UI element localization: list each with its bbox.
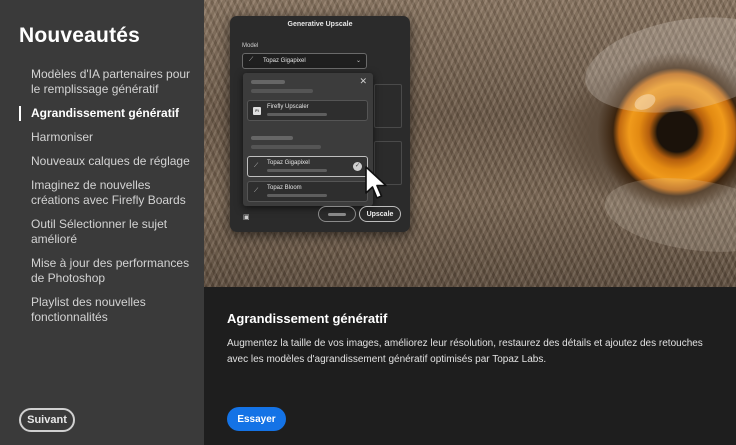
owl-fur-highlight: [577, 3, 736, 127]
preview-placeholder: [374, 84, 402, 128]
placeholder-bar: [251, 136, 293, 140]
nav-item-adjustment-layers[interactable]: Nouveaux calques de réglage: [0, 154, 204, 169]
wand-icon: ⟋: [249, 57, 254, 63]
close-icon[interactable]: ✕: [359, 76, 367, 87]
chevron-down-icon: ⌄: [355, 58, 361, 64]
feature-nav: Modèles d'IA partenaires pour le remplis…: [0, 67, 204, 334]
nav-item-feature-playlist[interactable]: Playlist des nouvelles fonctionnalités: [0, 295, 204, 325]
mouse-pointer-icon: [365, 166, 387, 199]
wand-icon: ⟋: [254, 188, 259, 194]
sidebar: Nouveautés Modèles d'IA partenaires pour…: [0, 0, 204, 445]
feature-content: Agrandissement génératif Augmentez la ta…: [204, 287, 736, 445]
model-option-name: Topaz Bloom: [267, 185, 302, 191]
model-select[interactable]: ⟋ Topaz Gigapixel ⌄: [242, 53, 367, 69]
placeholder-bar: [267, 169, 327, 172]
model-option-name: Firefly Upscaler: [267, 104, 309, 110]
cancel-button[interactable]: [318, 206, 356, 222]
sidebar-title: Nouveautés: [19, 24, 141, 47]
placeholder-bar: [267, 113, 327, 116]
hero-image: Generative Upscale Model ⟋ Topaz Gigapix…: [204, 0, 736, 287]
nav-item-performance-update[interactable]: Mise à jour des performances de Photosho…: [0, 256, 204, 286]
model-label: Model: [242, 43, 259, 49]
feature-title: Agrandissement génératif: [227, 311, 388, 326]
generative-upscale-dialog: Generative Upscale Model ⟋ Topaz Gigapix…: [230, 16, 410, 232]
placeholder-bar: [251, 145, 321, 149]
owl-fur-highlight-lower: [600, 167, 736, 263]
wand-icon: ⟋: [254, 163, 259, 169]
model-select-value: Topaz Gigapixel: [263, 58, 306, 64]
dialog-title: Generative Upscale: [287, 21, 353, 28]
nav-item-firefly-boards[interactable]: Imaginez de nouvelles créations avec Fir…: [0, 178, 204, 208]
feature-description: Augmentez la taille de vos images, améli…: [227, 338, 703, 365]
model-option-topaz-gigapixel[interactable]: ⟋ Topaz Gigapixel ✓: [247, 156, 368, 177]
layers-icon: ▣: [243, 214, 250, 221]
model-option-firefly-upscaler[interactable]: Fi Firefly Upscaler: [247, 100, 368, 121]
next-button[interactable]: Suivant: [19, 408, 75, 432]
model-option-name: Topaz Gigapixel: [267, 160, 310, 166]
model-dropdown: ✕ Fi Firefly Upscaler ⟋ Topaz Gigapixel …: [243, 73, 373, 206]
checkmark-icon: ✓: [353, 162, 362, 171]
firefly-icon: Fi: [253, 107, 261, 115]
nav-item-generative-upscale[interactable]: Agrandissement génératif: [0, 106, 204, 121]
upscale-button[interactable]: Upscale: [359, 206, 401, 222]
placeholder-bar: [267, 194, 327, 197]
placeholder-bar: [251, 80, 285, 84]
nav-item-harmonize[interactable]: Harmoniser: [0, 130, 204, 145]
nav-item-select-subject[interactable]: Outil Sélectionner le sujet amélioré: [0, 217, 204, 247]
nav-item-partner-ai-models[interactable]: Modèles d'IA partenaires pour le remplis…: [0, 67, 204, 97]
model-option-topaz-bloom[interactable]: ⟋ Topaz Bloom: [247, 181, 368, 202]
try-button[interactable]: Essayer: [227, 407, 286, 431]
placeholder-bar: [251, 89, 313, 93]
